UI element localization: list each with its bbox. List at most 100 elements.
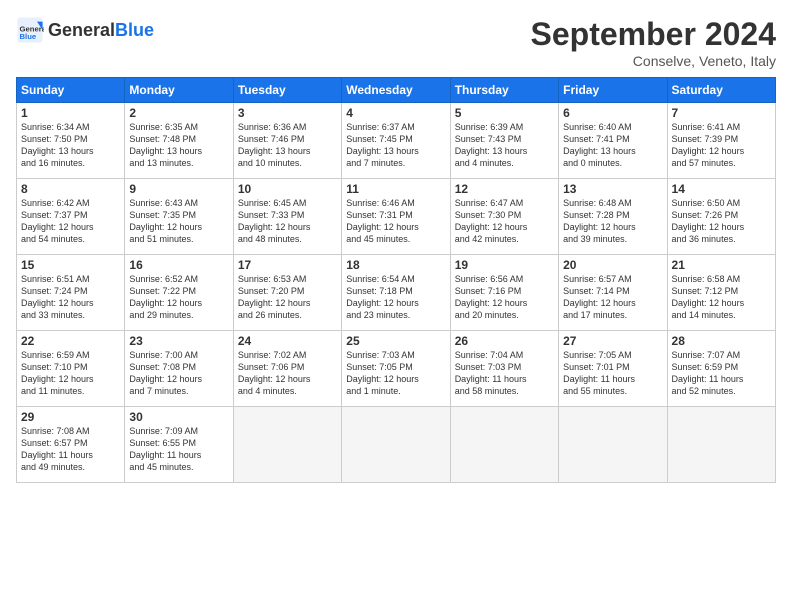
day-info: Sunrise: 6:39 AM Sunset: 7:43 PM Dayligh… [455, 121, 554, 170]
logo-blue-text: Blue [115, 20, 154, 41]
day-info: Sunrise: 6:48 AM Sunset: 7:28 PM Dayligh… [563, 197, 662, 246]
table-row: 28Sunrise: 7:07 AM Sunset: 6:59 PM Dayli… [667, 331, 775, 407]
day-number: 25 [346, 334, 445, 348]
col-tuesday: Tuesday [233, 78, 341, 103]
calendar-table: Sunday Monday Tuesday Wednesday Thursday… [16, 77, 776, 483]
table-row: 20Sunrise: 6:57 AM Sunset: 7:14 PM Dayli… [559, 255, 667, 331]
day-info: Sunrise: 6:58 AM Sunset: 7:12 PM Dayligh… [672, 273, 771, 322]
table-row: 18Sunrise: 6:54 AM Sunset: 7:18 PM Dayli… [342, 255, 450, 331]
day-number: 16 [129, 258, 228, 272]
col-sunday: Sunday [17, 78, 125, 103]
day-number: 2 [129, 106, 228, 120]
day-number: 18 [346, 258, 445, 272]
calendar-header: Sunday Monday Tuesday Wednesday Thursday… [17, 78, 776, 103]
day-number: 15 [21, 258, 120, 272]
day-info: Sunrise: 6:59 AM Sunset: 7:10 PM Dayligh… [21, 349, 120, 398]
day-info: Sunrise: 6:51 AM Sunset: 7:24 PM Dayligh… [21, 273, 120, 322]
table-row: 21Sunrise: 6:58 AM Sunset: 7:12 PM Dayli… [667, 255, 775, 331]
day-number: 20 [563, 258, 662, 272]
table-row: 5Sunrise: 6:39 AM Sunset: 7:43 PM Daylig… [450, 103, 558, 179]
day-number: 9 [129, 182, 228, 196]
day-info: Sunrise: 6:43 AM Sunset: 7:35 PM Dayligh… [129, 197, 228, 246]
day-number: 13 [563, 182, 662, 196]
day-info: Sunrise: 7:03 AM Sunset: 7:05 PM Dayligh… [346, 349, 445, 398]
calendar-week-row: 8Sunrise: 6:42 AM Sunset: 7:37 PM Daylig… [17, 179, 776, 255]
table-row: 12Sunrise: 6:47 AM Sunset: 7:30 PM Dayli… [450, 179, 558, 255]
day-number: 10 [238, 182, 337, 196]
table-row: 4Sunrise: 6:37 AM Sunset: 7:45 PM Daylig… [342, 103, 450, 179]
title-block: September 2024 Conselve, Veneto, Italy [531, 16, 776, 69]
day-number: 28 [672, 334, 771, 348]
day-info: Sunrise: 6:54 AM Sunset: 7:18 PM Dayligh… [346, 273, 445, 322]
table-row: 16Sunrise: 6:52 AM Sunset: 7:22 PM Dayli… [125, 255, 233, 331]
day-number: 8 [21, 182, 120, 196]
location-subtitle: Conselve, Veneto, Italy [531, 53, 776, 69]
table-row: 22Sunrise: 6:59 AM Sunset: 7:10 PM Dayli… [17, 331, 125, 407]
table-row [342, 407, 450, 483]
day-info: Sunrise: 6:40 AM Sunset: 7:41 PM Dayligh… [563, 121, 662, 170]
col-wednesday: Wednesday [342, 78, 450, 103]
table-row: 1Sunrise: 6:34 AM Sunset: 7:50 PM Daylig… [17, 103, 125, 179]
day-info: Sunrise: 6:47 AM Sunset: 7:30 PM Dayligh… [455, 197, 554, 246]
logo: General Blue General Blue [16, 16, 154, 44]
header: General Blue General Blue September 2024… [16, 16, 776, 69]
day-number: 3 [238, 106, 337, 120]
day-info: Sunrise: 6:36 AM Sunset: 7:46 PM Dayligh… [238, 121, 337, 170]
day-number: 22 [21, 334, 120, 348]
table-row: 3Sunrise: 6:36 AM Sunset: 7:46 PM Daylig… [233, 103, 341, 179]
logo-icon: General Blue [16, 16, 44, 44]
table-row: 25Sunrise: 7:03 AM Sunset: 7:05 PM Dayli… [342, 331, 450, 407]
col-thursday: Thursday [450, 78, 558, 103]
day-number: 19 [455, 258, 554, 272]
day-info: Sunrise: 7:02 AM Sunset: 7:06 PM Dayligh… [238, 349, 337, 398]
calendar-week-row: 29Sunrise: 7:08 AM Sunset: 6:57 PM Dayli… [17, 407, 776, 483]
table-row: 23Sunrise: 7:00 AM Sunset: 7:08 PM Dayli… [125, 331, 233, 407]
day-info: Sunrise: 7:08 AM Sunset: 6:57 PM Dayligh… [21, 425, 120, 474]
table-row: 2Sunrise: 6:35 AM Sunset: 7:48 PM Daylig… [125, 103, 233, 179]
table-row: 8Sunrise: 6:42 AM Sunset: 7:37 PM Daylig… [17, 179, 125, 255]
day-number: 1 [21, 106, 120, 120]
page: General Blue General Blue September 2024… [0, 0, 792, 612]
table-row: 10Sunrise: 6:45 AM Sunset: 7:33 PM Dayli… [233, 179, 341, 255]
calendar-week-row: 22Sunrise: 6:59 AM Sunset: 7:10 PM Dayli… [17, 331, 776, 407]
day-info: Sunrise: 6:52 AM Sunset: 7:22 PM Dayligh… [129, 273, 228, 322]
table-row [667, 407, 775, 483]
day-number: 26 [455, 334, 554, 348]
table-row: 7Sunrise: 6:41 AM Sunset: 7:39 PM Daylig… [667, 103, 775, 179]
day-number: 12 [455, 182, 554, 196]
table-row: 26Sunrise: 7:04 AM Sunset: 7:03 PM Dayli… [450, 331, 558, 407]
day-info: Sunrise: 7:07 AM Sunset: 6:59 PM Dayligh… [672, 349, 771, 398]
day-number: 29 [21, 410, 120, 424]
day-info: Sunrise: 6:37 AM Sunset: 7:45 PM Dayligh… [346, 121, 445, 170]
table-row: 19Sunrise: 6:56 AM Sunset: 7:16 PM Dayli… [450, 255, 558, 331]
day-info: Sunrise: 6:41 AM Sunset: 7:39 PM Dayligh… [672, 121, 771, 170]
day-number: 14 [672, 182, 771, 196]
col-friday: Friday [559, 78, 667, 103]
table-row [233, 407, 341, 483]
day-info: Sunrise: 6:35 AM Sunset: 7:48 PM Dayligh… [129, 121, 228, 170]
day-info: Sunrise: 7:04 AM Sunset: 7:03 PM Dayligh… [455, 349, 554, 398]
table-row: 11Sunrise: 6:46 AM Sunset: 7:31 PM Dayli… [342, 179, 450, 255]
weekday-header-row: Sunday Monday Tuesday Wednesday Thursday… [17, 78, 776, 103]
table-row: 30Sunrise: 7:09 AM Sunset: 6:55 PM Dayli… [125, 407, 233, 483]
table-row: 13Sunrise: 6:48 AM Sunset: 7:28 PM Dayli… [559, 179, 667, 255]
day-number: 6 [563, 106, 662, 120]
day-number: 23 [129, 334, 228, 348]
day-number: 4 [346, 106, 445, 120]
day-number: 21 [672, 258, 771, 272]
table-row: 24Sunrise: 7:02 AM Sunset: 7:06 PM Dayli… [233, 331, 341, 407]
table-row: 14Sunrise: 6:50 AM Sunset: 7:26 PM Dayli… [667, 179, 775, 255]
day-number: 27 [563, 334, 662, 348]
calendar-body: 1Sunrise: 6:34 AM Sunset: 7:50 PM Daylig… [17, 103, 776, 483]
day-info: Sunrise: 6:42 AM Sunset: 7:37 PM Dayligh… [21, 197, 120, 246]
day-number: 24 [238, 334, 337, 348]
table-row: 29Sunrise: 7:08 AM Sunset: 6:57 PM Dayli… [17, 407, 125, 483]
day-info: Sunrise: 7:00 AM Sunset: 7:08 PM Dayligh… [129, 349, 228, 398]
calendar-week-row: 1Sunrise: 6:34 AM Sunset: 7:50 PM Daylig… [17, 103, 776, 179]
day-info: Sunrise: 6:34 AM Sunset: 7:50 PM Dayligh… [21, 121, 120, 170]
day-info: Sunrise: 6:46 AM Sunset: 7:31 PM Dayligh… [346, 197, 445, 246]
table-row: 15Sunrise: 6:51 AM Sunset: 7:24 PM Dayli… [17, 255, 125, 331]
table-row [559, 407, 667, 483]
svg-text:Blue: Blue [20, 32, 37, 41]
day-number: 11 [346, 182, 445, 196]
